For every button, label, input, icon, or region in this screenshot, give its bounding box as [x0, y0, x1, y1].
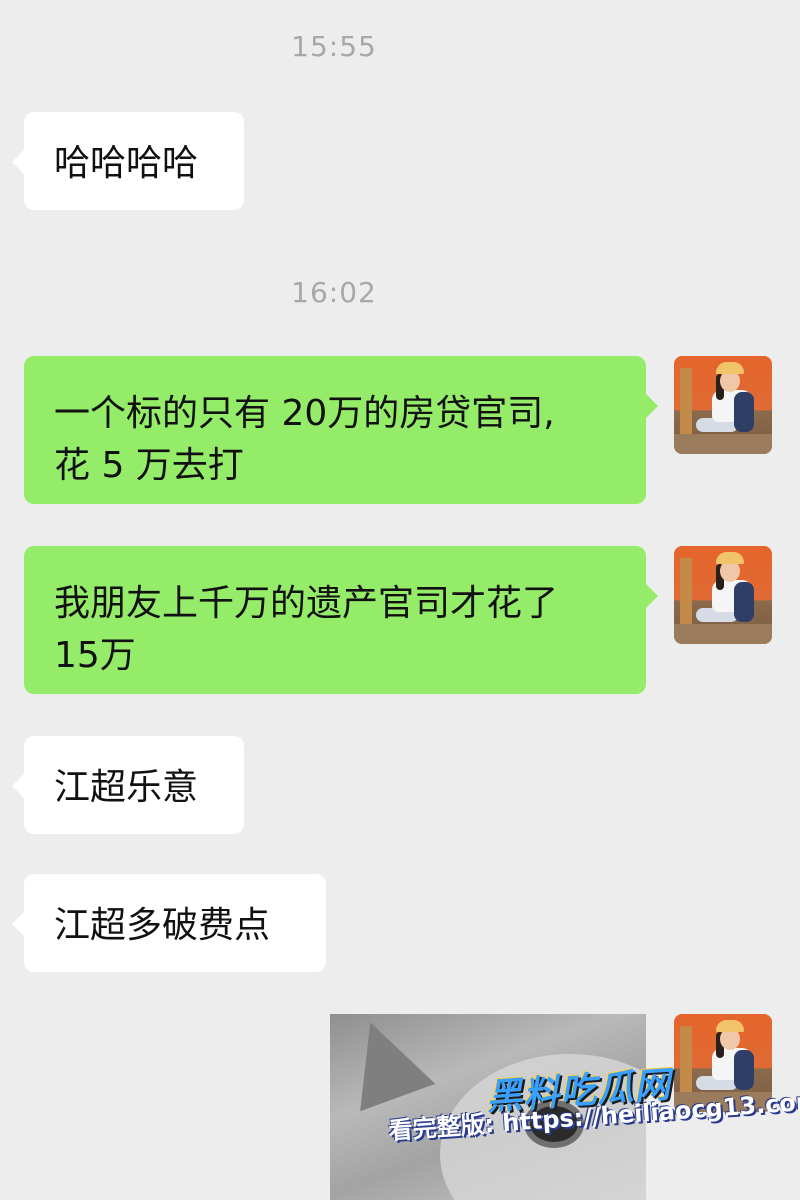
sent-message[interactable]: 我朋友上千万的遗产官司才花了 15万: [24, 546, 658, 694]
chat-thread: 15:55 哈哈哈哈 16:02 一个标的只有 20万的房贷官司, 花 5 万去…: [0, 0, 800, 1200]
received-message[interactable]: 江超乐意: [12, 736, 244, 834]
received-message[interactable]: 哈哈哈哈: [12, 112, 244, 210]
cat-ear: [332, 1014, 436, 1112]
timestamp: 16:02: [291, 276, 377, 309]
sent-message[interactable]: 一个标的只有 20万的房贷官司, 花 5 万去打: [24, 356, 658, 504]
user-avatar[interactable]: [674, 546, 772, 644]
user-avatar[interactable]: [674, 356, 772, 454]
received-message[interactable]: 江超多破费点: [12, 874, 326, 972]
timestamp: 15:55: [291, 30, 377, 63]
